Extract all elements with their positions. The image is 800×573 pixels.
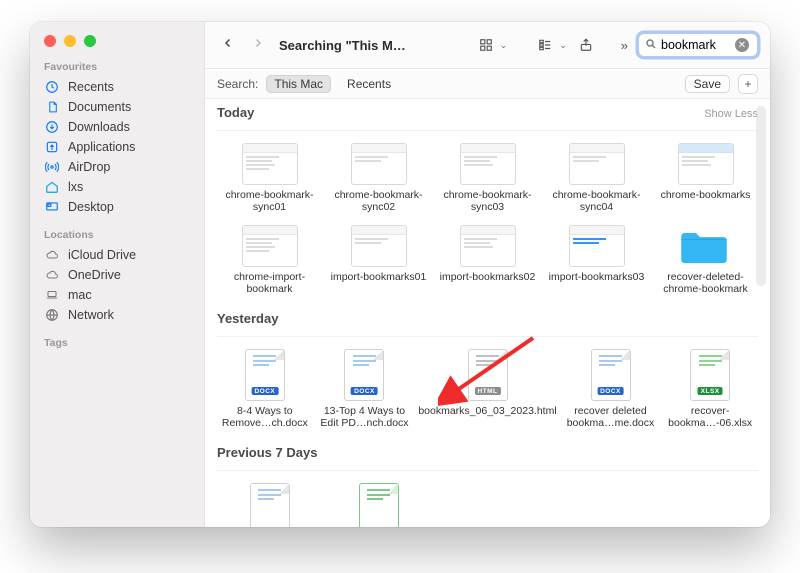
file-item[interactable] bbox=[217, 479, 322, 527]
sidebar-item-label: AirDrop bbox=[68, 160, 110, 174]
search-icon bbox=[645, 38, 657, 53]
search-input[interactable] bbox=[661, 38, 731, 52]
sidebar-item-label: Recents bbox=[68, 80, 114, 94]
scrollbar[interactable] bbox=[756, 106, 766, 286]
grid-today: chrome-bookmark-sync01 chrome-bookmark-s… bbox=[217, 139, 758, 299]
sidebar-item-label: mac bbox=[68, 288, 92, 302]
finder-window: Favourites Recents Documents Downloads A… bbox=[30, 22, 770, 527]
sidebar-item-airdrop[interactable]: AirDrop bbox=[30, 157, 204, 177]
file-item[interactable]: import-bookmarks02 bbox=[435, 221, 540, 299]
sidebar-item-label: Network bbox=[68, 308, 114, 322]
sidebar-item-documents[interactable]: Documents bbox=[30, 97, 204, 117]
group-icon bbox=[533, 38, 557, 52]
zoom-button[interactable] bbox=[84, 35, 96, 47]
chevron-down-icon: ⌄ bbox=[559, 40, 567, 51]
grid-previous bbox=[217, 479, 758, 527]
file-item[interactable]: chrome-bookmark-sync02 bbox=[326, 139, 431, 217]
sidebar-item-downloads[interactable]: Downloads bbox=[30, 117, 204, 137]
sidebar-item-mac[interactable]: mac bbox=[30, 285, 204, 305]
download-icon bbox=[44, 120, 60, 134]
globe-icon bbox=[44, 308, 60, 322]
cloud-icon bbox=[44, 269, 60, 281]
more-toolbar-button[interactable]: » bbox=[619, 38, 630, 53]
forward-button[interactable] bbox=[247, 36, 269, 54]
results-area: Today Show Less chrome-bookmark-sync01 c… bbox=[205, 99, 770, 527]
sidebar-item-label: Documents bbox=[68, 100, 131, 114]
window-title: Searching "This M… bbox=[279, 38, 406, 53]
sidebar-item-applications[interactable]: Applications bbox=[30, 137, 204, 157]
scope-bar: Search: This Mac Recents Save + bbox=[205, 69, 770, 99]
folder-icon bbox=[678, 225, 734, 267]
scope-this-mac[interactable]: This Mac bbox=[266, 75, 331, 93]
section-title: Previous 7 Days bbox=[217, 445, 317, 460]
airdrop-icon bbox=[44, 160, 60, 174]
file-item[interactable]: XLSXrecover-bookma…-06.xlsx bbox=[662, 345, 758, 433]
view-mode-button[interactable]: ⌄ bbox=[474, 38, 508, 52]
file-item[interactable]: DOCXrecover deleted bookma…me.docx bbox=[563, 345, 659, 433]
sidebar-item-label: OneDrive bbox=[68, 268, 121, 282]
sidebar-item-desktop[interactable]: Desktop bbox=[30, 197, 204, 217]
toolbar: Searching "This M… ⌄ ⌄ » bbox=[205, 22, 770, 69]
sidebar-item-home[interactable]: lxs bbox=[30, 177, 204, 197]
laptop-icon bbox=[44, 289, 60, 301]
sidebar-item-recents[interactable]: Recents bbox=[30, 77, 204, 97]
cloud-icon bbox=[44, 249, 60, 261]
sidebar-group-locations: Locations bbox=[30, 217, 204, 245]
file-item[interactable]: chrome-bookmarks bbox=[653, 139, 758, 217]
section-today: Today Show Less bbox=[217, 105, 758, 131]
group-by-button[interactable]: ⌄ bbox=[533, 38, 567, 52]
file-item[interactable]: chrome-bookmark-sync04 bbox=[544, 139, 649, 217]
sidebar: Favourites Recents Documents Downloads A… bbox=[30, 22, 205, 527]
grid-yesterday: DOCX8-4 Ways to Remove…ch.docx DOCX13-To… bbox=[217, 345, 758, 433]
file-item[interactable]: chrome-import-bookmark bbox=[217, 221, 322, 299]
chevron-down-icon: ⌄ bbox=[500, 40, 508, 51]
show-less-button[interactable]: Show Less bbox=[704, 108, 758, 120]
main: Searching "This M… ⌄ ⌄ » bbox=[205, 22, 770, 527]
clear-search-button[interactable]: ✕ bbox=[735, 38, 749, 52]
sidebar-group-tags: Tags bbox=[30, 325, 204, 353]
file-item[interactable]: DOCX13-Top 4 Ways to Edit PD…nch.docx bbox=[317, 345, 413, 433]
home-icon bbox=[44, 180, 60, 194]
clock-icon bbox=[44, 80, 60, 94]
grid-icon bbox=[474, 38, 498, 52]
close-button[interactable] bbox=[44, 35, 56, 47]
file-item[interactable]: chrome-bookmark-sync01 bbox=[217, 139, 322, 217]
window-controls bbox=[30, 22, 204, 49]
file-item[interactable]: recover-deleted-chrome-bookmark bbox=[653, 221, 758, 299]
save-search-button[interactable]: Save bbox=[685, 75, 730, 93]
file-item[interactable]: HTMLbookmarks_06_03_2023.html bbox=[416, 345, 558, 433]
sidebar-item-label: lxs bbox=[68, 180, 83, 194]
section-yesterday: Yesterday bbox=[217, 311, 758, 337]
section-title: Today bbox=[217, 105, 254, 120]
file-item[interactable] bbox=[326, 479, 431, 527]
app-icon bbox=[44, 140, 60, 154]
sidebar-item-label: Desktop bbox=[68, 200, 114, 214]
file-item[interactable]: DOCX8-4 Ways to Remove…ch.docx bbox=[217, 345, 313, 433]
desktop-icon bbox=[44, 200, 60, 214]
section-previous-7-days: Previous 7 Days bbox=[217, 445, 758, 471]
sidebar-item-onedrive[interactable]: OneDrive bbox=[30, 265, 204, 285]
sidebar-item-label: Applications bbox=[68, 140, 135, 154]
search-field[interactable]: ✕ bbox=[638, 33, 758, 57]
file-item[interactable]: chrome-bookmark-sync03 bbox=[435, 139, 540, 217]
sidebar-item-icloud[interactable]: iCloud Drive bbox=[30, 245, 204, 265]
sidebar-item-network[interactable]: Network bbox=[30, 305, 204, 325]
doc-icon bbox=[44, 100, 60, 114]
section-title: Yesterday bbox=[217, 311, 278, 326]
file-item[interactable]: import-bookmarks01 bbox=[326, 221, 431, 299]
file-item[interactable]: import-bookmarks03 bbox=[544, 221, 649, 299]
share-button[interactable] bbox=[575, 37, 597, 53]
add-rule-button[interactable]: + bbox=[738, 74, 758, 94]
minimize-button[interactable] bbox=[64, 35, 76, 47]
sidebar-item-label: iCloud Drive bbox=[68, 248, 136, 262]
scope-label: Search: bbox=[217, 77, 258, 91]
scope-recents[interactable]: Recents bbox=[339, 75, 399, 93]
sidebar-item-label: Downloads bbox=[68, 120, 130, 134]
sidebar-group-favourites: Favourites bbox=[30, 49, 204, 77]
back-button[interactable] bbox=[217, 36, 239, 54]
